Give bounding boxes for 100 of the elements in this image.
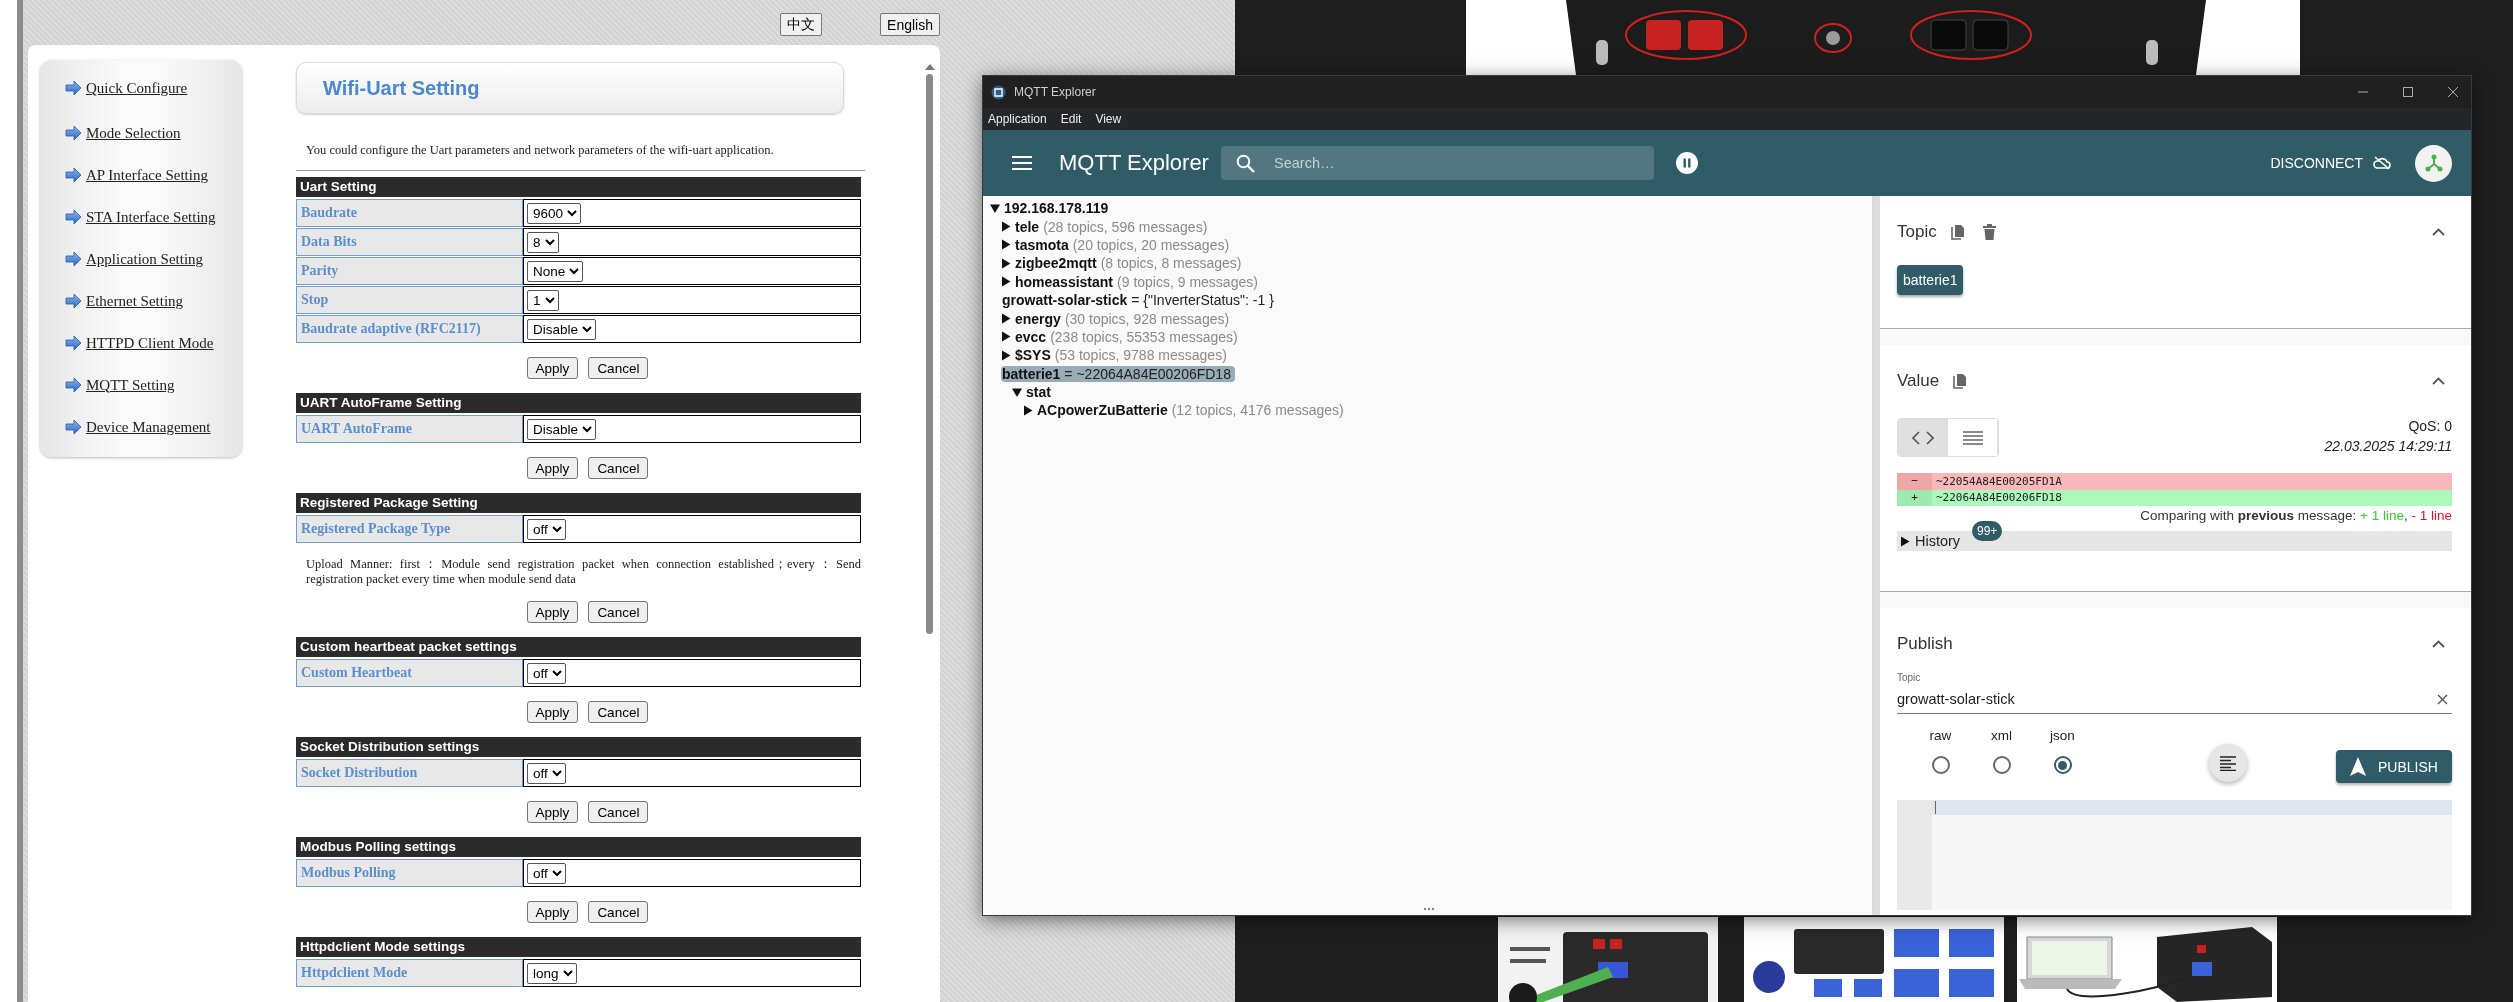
radio-button[interactable] [2053,756,2072,774]
caret-right-icon[interactable] [1001,331,1011,343]
maximize-icon[interactable] [2402,86,2414,98]
close-icon[interactable] [2447,86,2459,98]
form-button[interactable]: Apply [526,701,579,723]
radio-button[interactable] [1931,756,1950,774]
radio-button[interactable] [1992,756,2011,774]
copy-icon[interactable] [1953,373,1968,389]
nav-link[interactable]: Device Management [86,418,211,436]
dropdown[interactable]: None [527,260,584,282]
dropdown[interactable]: 8 [527,231,559,253]
menu-item[interactable]: Edit [1060,112,1082,126]
form-button[interactable]: Apply [526,801,579,823]
tree-item[interactable]: batterie1 = ~22064A84E00206FD18 [1001,365,1235,382]
dropdown[interactable]: off [527,662,566,684]
tree-item[interactable]: zigbee2mqtt (8 topics, 8 messages) [1014,255,1246,272]
tree-item[interactable]: energy (30 topics, 928 messages) [1014,310,1234,327]
chevron-up-icon[interactable] [2432,640,2445,648]
chevron-up-icon[interactable] [2432,377,2445,385]
caret-right-icon[interactable] [1023,405,1033,416]
tree-item[interactable]: 192.168.178.119 [1003,200,1113,217]
tree-item[interactable]: homeassistant (9 topics, 9 messages) [1014,273,1262,290]
timestamp: 22.03.2025 14:29:11 [2324,438,2452,454]
form-button[interactable]: Apply [526,601,579,623]
scroll-up-icon[interactable] [925,63,935,70]
comparison-text: Comparing with previous message: + 1 line, - 1 line [2139,508,2452,523]
nav-link[interactable]: AP Interface Setting [86,166,208,184]
form-button[interactable]: Cancel [588,701,649,723]
dropdown[interactable]: off [527,862,566,884]
caret-down-icon[interactable] [989,203,1001,214]
avatar[interactable] [2415,144,2452,182]
field-label: Baudrate [296,199,523,227]
menu-item[interactable]: View [1095,112,1122,126]
field-label: Stop [296,286,523,314]
menu-item[interactable]: Application [988,112,1047,126]
caret-right-icon[interactable] [1001,349,1011,361]
chevron-down-icon [569,267,580,275]
topic-chip[interactable]: batterie1 [1897,265,1964,295]
nav-link[interactable]: Quick Configure [86,80,188,97]
form-button[interactable]: Apply [526,357,579,379]
chevron-down-icon [582,325,593,333]
disconnect-button[interactable]: DISCONNECT [2270,155,2363,171]
language-button[interactable]: 中文 [780,13,823,36]
dropdown[interactable]: off [527,518,566,540]
pause-icon[interactable] [1676,152,1698,174]
dropdown[interactable]: 1 [527,289,559,311]
menu-icon[interactable] [1012,156,1032,170]
copy-icon[interactable] [1950,224,1965,240]
section-header: UART AutoFrame Setting [296,393,861,413]
caret-down-icon[interactable] [1011,387,1023,398]
field-label: Data Bits [296,228,523,256]
form-button[interactable]: Cancel [588,457,649,479]
form-button[interactable]: Cancel [588,901,649,923]
form-button[interactable]: Cancel [588,601,649,623]
clear-icon[interactable] [2437,693,2448,705]
form-button[interactable]: Cancel [588,801,649,823]
language-button[interactable]: English [880,13,940,36]
publish-button[interactable]: PUBLISH [2336,750,2452,783]
nav-link[interactable]: MQTT Setting [86,376,175,394]
tree-item[interactable]: growatt-solar-stick = {"InverterStatus": -1 } [1001,292,1278,309]
tree-item[interactable]: stat [1025,384,1055,401]
field-label: Modbus Polling [296,859,523,887]
caret-right-icon[interactable] [1001,239,1011,251]
tree-item[interactable]: $SYS (53 topics, 9788 messages) [1014,347,1231,364]
nav-link[interactable]: Application Setting [86,250,204,268]
caret-right-icon[interactable] [1001,313,1011,325]
form-button[interactable]: Apply [526,901,579,923]
arrow-right-icon [65,125,82,141]
arrow-right-icon [65,167,82,183]
tree-item[interactable]: evcc (238 topics, 55353 messages) [1014,328,1242,345]
dropdown[interactable]: off [527,762,566,784]
topic-field[interactable]: Topic growatt-solar-stick [1897,672,2452,714]
nav-link[interactable]: Mode Selection [86,124,181,142]
view-toggle-button[interactable] [1898,419,1948,456]
dropdown[interactable]: Disable [527,418,597,440]
nav-link[interactable]: STA Interface Setting [86,208,216,226]
app-icon [991,84,1006,100]
caret-right-icon[interactable] [1001,257,1011,269]
chevron-down-icon [562,969,573,977]
format-button[interactable] [2209,744,2247,782]
arrow-right-icon [65,209,82,225]
chevron-up-icon[interactable] [2432,228,2445,236]
tree-item[interactable]: tasmota (20 topics, 20 messages) [1014,236,1234,253]
dropdown[interactable]: Disable [527,318,597,340]
nav-link[interactable]: HTTPD Client Mode [86,334,214,352]
caret-right-icon[interactable] [1001,221,1011,233]
dropdown[interactable]: long [527,962,577,984]
dropdown[interactable]: 9600 [527,202,582,224]
arrow-right-icon [65,335,82,351]
qos-text: QoS: 0 [2408,418,2452,434]
form-button[interactable]: Apply [526,457,579,479]
tree-item[interactable]: ACpowerZuBatterie (12 topics, 4176 messages) [1036,402,1348,419]
page-title: Wifi-Uart Setting [323,76,480,100]
trash-icon[interactable] [1982,224,1996,240]
caret-right-icon[interactable] [1001,276,1011,288]
drag-handle-icon[interactable] [1423,907,1435,911]
tree-item[interactable]: tele (28 topics, 596 messages) [1014,218,1212,235]
nav-link[interactable]: Ethernet Setting [86,292,184,310]
form-button[interactable]: Cancel [588,357,649,379]
radio-label: raw [1929,728,1952,743]
